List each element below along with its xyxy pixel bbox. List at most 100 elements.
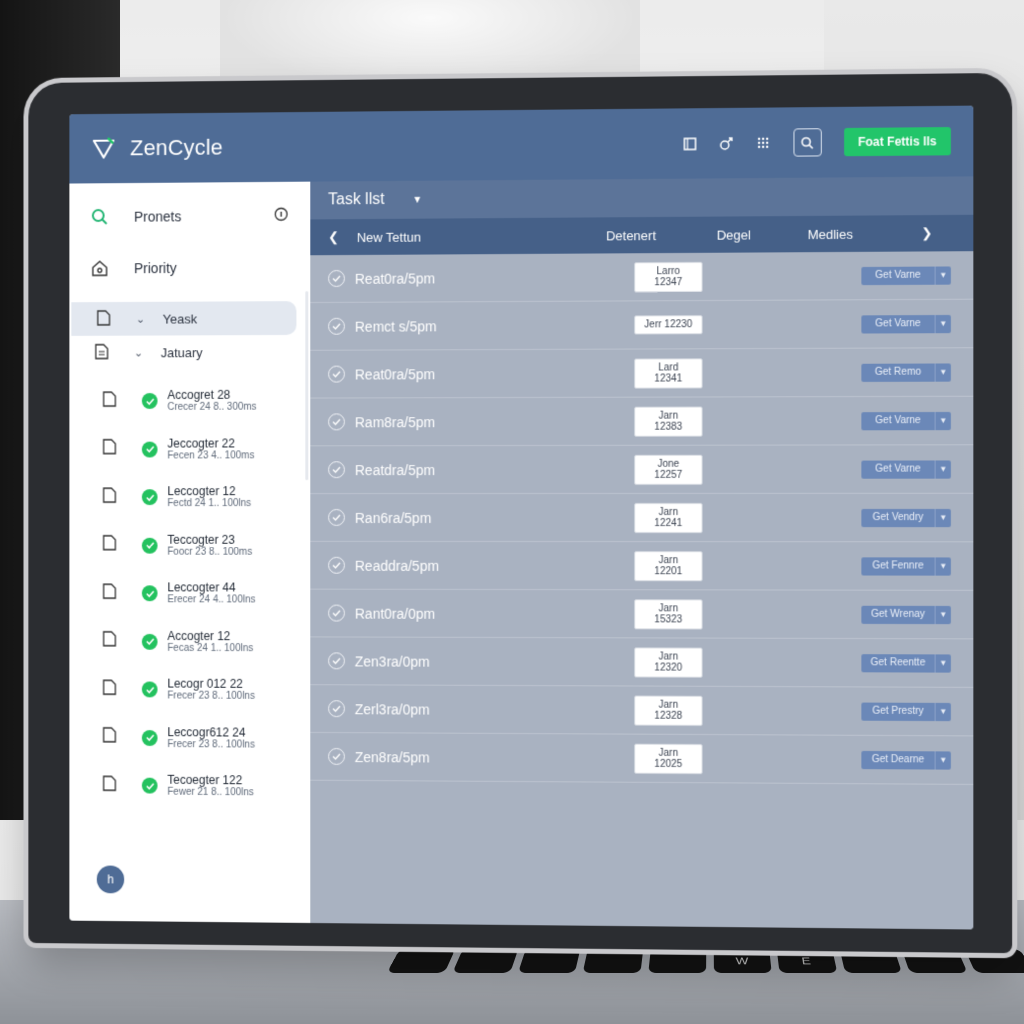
table-row[interactable]: Reat0ra/5pm Lard 12341 Get Remo ▼ [310,348,974,399]
row-action-button[interactable]: Get Vendry [861,508,935,527]
table-row[interactable]: Remct s/5pm Jerr 12230 Get Varne ▼ [310,299,974,351]
sidebar-scrollbar[interactable] [305,291,309,481]
keyboard-key [386,949,456,973]
keyboard-key: E [776,949,837,973]
check-icon [141,681,158,698]
sidebar-item-selected[interactable]: ⌄ Yeask [71,301,297,336]
table-row[interactable]: Zen3ra/0pm Jarn 12320 Get Reentte ▼ [310,637,974,688]
table-row[interactable]: Reat0ra/5pm Larro 12347 Get Varne ▼ [310,251,974,304]
table-row[interactable]: Zen8ra/5pm Jarn 12025 Get Dearne ▼ [310,732,974,785]
check-circle-icon[interactable] [328,317,345,335]
column-header-name[interactable]: New Tettun [357,228,606,244]
chevron-down-icon[interactable]: ⌄ [136,312,145,325]
task-table: Reat0ra/5pm Larro 12347 Get Varne ▼ Remct s/… [310,251,974,785]
table-row[interactable]: Ram8ra/5pm Jarn 12383 Get Varne ▼ [310,396,974,447]
info-icon[interactable] [274,207,289,225]
search-icon [801,136,814,149]
check-circle-icon[interactable] [328,652,345,670]
task-name: Readdra/5pm [354,557,440,574]
column-header-medlies[interactable]: Medlies [808,226,910,241]
table-row[interactable]: Readdra/5pm Jarn 12201 Get Fennre ▼ [310,541,974,591]
project-text: Accogret 28 Crecer 24 8.. 300ms [167,388,256,414]
task-name: Reat0ra/5pm [354,365,436,383]
keyboard-key [452,949,518,973]
app-brand: ZenCycle [130,134,223,161]
chevron-down-icon[interactable]: ▼ [934,314,951,333]
chevron-down-icon[interactable]: ▼ [934,508,951,527]
sidebar-item-label: Priority [134,260,177,277]
list-item[interactable]: Leccogr612 24 Frecer 23 8.. 100lns [69,713,310,762]
file-icon [103,679,119,700]
table-header: ❮ New Tettun Detenert Degel Medlies ❯ [310,214,974,256]
sidebar-item-label: Pronets [134,208,182,225]
chevron-down-icon[interactable]: ▼ [934,556,951,576]
list-item[interactable]: Tecoegter 122 Fewer 21 8.. 100lns [69,761,310,811]
check-icon [141,489,158,506]
task-name: Rant0ra/0pm [354,605,436,622]
search-button[interactable] [793,128,822,157]
check-circle-icon[interactable] [328,413,345,431]
table-row[interactable]: Rant0ra/0pm Jarn 15323 Get Wrenay ▼ [310,589,974,640]
list-item[interactable]: Lecogr 012 22 Frecer 23 8.. 100lns [69,665,310,714]
chevron-down-icon[interactable]: ⌄ [134,346,143,359]
row-action-button[interactable]: Get Reentte [861,653,935,673]
column-header-degel[interactable]: Degel [717,227,808,242]
row-action-button[interactable]: Get Fennre [861,556,935,576]
task-name: Reatdra/5pm [354,461,436,478]
keyboard-key [839,949,903,973]
chevron-down-icon[interactable]: ▼ [412,194,422,205]
check-icon [141,393,158,410]
chevron-down-icon[interactable]: ▼ [934,265,951,285]
share-icon[interactable] [716,133,736,153]
table-row[interactable]: Zerl3ra/0pm Jarn 12328 Get Prestry ▼ [310,685,974,737]
row-action-button[interactable]: Get Wrenay [861,605,935,624]
list-item[interactable]: Leccogter 44 Erecer 24 4.. 100lns [69,569,310,618]
chevron-down-icon[interactable]: ▼ [934,702,951,721]
chevron-down-icon[interactable]: ▼ [934,411,951,430]
grid-icon[interactable] [753,133,773,153]
task-name: Zerl3ra/0pm [354,700,430,718]
chevron-down-icon[interactable]: ▼ [934,605,951,624]
table-row[interactable]: Ran6ra/5pm Jarn 12241 Get Vendry ▼ [310,493,974,543]
square-icon[interactable] [680,133,700,153]
sidebar-month[interactable]: ⌄ Jatuary [69,335,310,370]
check-circle-icon[interactable] [328,747,345,765]
row-action-button[interactable]: Get Remo [861,363,935,382]
avatar[interactable]: h [96,865,125,894]
chevron-down-icon[interactable]: ▼ [934,653,951,673]
check-circle-icon[interactable] [328,461,345,479]
row-action-button[interactable]: Get Varne [861,459,935,479]
list-item[interactable]: Accogret 28 Crecer 24 8.. 300ms [69,377,310,426]
chevron-down-icon[interactable]: ▼ [934,362,951,382]
list-item[interactable]: Teccogter 23 Foocr 23 8.. 100ms [69,521,310,569]
primary-action-button[interactable]: Foat Fettis lls [843,127,951,157]
row-action-button[interactable]: Get Prestry [861,702,935,721]
check-circle-icon[interactable] [328,365,345,383]
list-item[interactable]: Leccogter 12 Fectd 24 1.. 100lns [69,473,310,521]
table-row[interactable]: Reatdra/5pm Jone 12257 Get Varne ▼ [310,445,974,495]
sidebar-month-label: Jatuary [160,344,203,360]
chevron-right-icon[interactable]: ❯ [921,225,932,241]
check-circle-icon[interactable] [328,269,345,288]
row-actions: Get Dearne ▼ [861,750,951,770]
check-circle-icon[interactable] [328,604,345,622]
chevron-down-icon[interactable]: ▼ [934,459,951,479]
row-action-button[interactable]: Get Varne [861,411,935,430]
sidebar-item-pronets[interactable]: Pronets [69,190,310,243]
chevron-down-icon[interactable]: ▼ [934,750,951,770]
check-icon [141,585,158,602]
row-action-button[interactable]: Get Varne [861,266,935,285]
file-icon [103,535,119,556]
check-circle-icon[interactable] [328,700,345,718]
list-item[interactable]: Jeccogter 22 Fecen 23 4.. 100ms [69,425,310,473]
chevron-left-icon[interactable]: ❮ [328,229,339,245]
check-circle-icon[interactable] [328,556,345,574]
column-header-date[interactable]: Detenert [606,227,717,243]
row-actions: Get Varne ▼ [861,411,951,430]
check-circle-icon[interactable] [328,509,345,526]
row-action-button[interactable]: Get Dearne [861,750,935,770]
project-text: Leccogr612 24 Frecer 23 8.. 100lns [167,725,255,751]
list-item[interactable]: Accogter 12 Fecas 24 1.. 100lns [69,617,310,666]
row-action-button[interactable]: Get Varne [861,314,935,334]
sidebar-item-priority[interactable]: Priority [69,241,310,294]
